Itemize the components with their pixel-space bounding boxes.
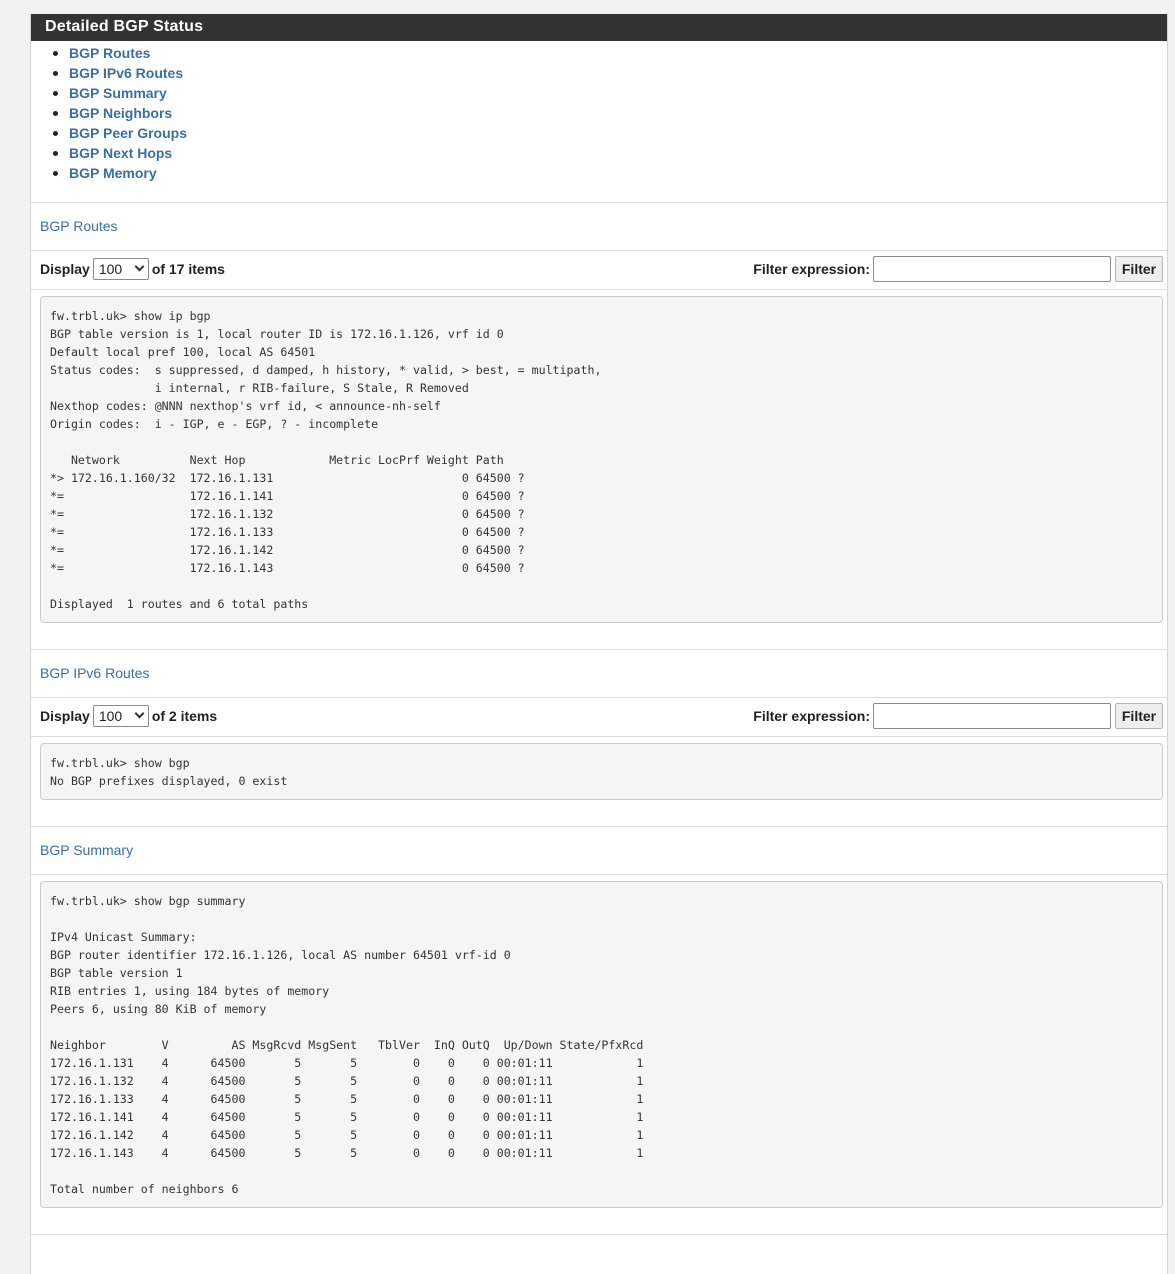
divider <box>31 1234 1167 1235</box>
display-count: Display 100 of 2 items <box>40 705 217 727</box>
toc-link-bgp-memory[interactable]: BGP Memory <box>69 165 157 181</box>
bgp-ipv6-routes-output: fw.trbl.uk> show bgp No BGP prefixes dis… <box>40 743 1163 800</box>
divider <box>31 649 1167 650</box>
section-nav: BGP Routes BGP IPv6 Routes BGP Summary B… <box>31 41 1167 183</box>
toc-item: BGP Neighbors <box>53 103 1167 123</box>
toc-item: BGP Memory <box>53 163 1167 183</box>
toc-item: BGP Peer Groups <box>53 123 1167 143</box>
filter-expression-input[interactable] <box>873 703 1111 729</box>
ipv6-controls: Display 100 of 2 items Filter expression… <box>40 703 1163 731</box>
divider <box>31 874 1167 875</box>
select-value: 100 <box>98 261 123 277</box>
filter-button[interactable]: Filter <box>1115 256 1163 282</box>
divider <box>31 202 1167 203</box>
chevron-down-icon <box>134 708 145 719</box>
filter-label: Filter expression: <box>753 261 870 277</box>
toc-link-bgp-next-hops[interactable]: BGP Next Hops <box>69 145 172 161</box>
select-value: 100 <box>98 708 123 724</box>
section-title-bgp-ipv6-routes: BGP IPv6 Routes <box>40 665 150 681</box>
filter-expression-input[interactable] <box>873 256 1111 282</box>
section-title-bgp-summary: BGP Summary <box>40 842 134 858</box>
divider <box>31 250 1167 251</box>
section-title-bgp-routes: BGP Routes <box>40 218 118 234</box>
bgp-routes-output: fw.trbl.uk> show ip bgp BGP table versio… <box>40 296 1163 623</box>
toc-link-bgp-summary[interactable]: BGP Summary <box>69 85 167 101</box>
divider <box>31 697 1167 698</box>
filter-group: Filter expression: Filter <box>753 703 1163 729</box>
display-label: Display <box>40 261 90 277</box>
items-count-label: of 17 items <box>151 261 225 277</box>
filter-label: Filter expression: <box>753 708 870 724</box>
toc-link-bgp-neighbors[interactable]: BGP Neighbors <box>69 105 172 121</box>
display-count-select[interactable]: 100 <box>92 258 149 280</box>
display-label: Display <box>40 708 90 724</box>
toc-item: BGP Next Hops <box>53 143 1167 163</box>
display-count: Display 100 of 17 items <box>40 258 225 280</box>
filter-button[interactable]: Filter <box>1115 703 1163 729</box>
divider <box>31 826 1167 827</box>
divider <box>31 736 1167 737</box>
toc-item: BGP Summary <box>53 83 1167 103</box>
toc-link-bgp-peer-groups[interactable]: BGP Peer Groups <box>69 125 187 141</box>
panel-title: Detailed BGP Status <box>31 14 1167 41</box>
filter-group: Filter expression: Filter <box>753 256 1163 282</box>
toc-item: BGP IPv6 Routes <box>53 63 1167 83</box>
display-count-select[interactable]: 100 <box>92 705 149 727</box>
bgp-status-panel: Detailed BGP Status BGP Routes BGP IPv6 … <box>30 14 1168 1274</box>
toc-link-bgp-ipv6-routes[interactable]: BGP IPv6 Routes <box>69 65 183 81</box>
chevron-down-icon <box>134 261 145 272</box>
toc-link-bgp-routes[interactable]: BGP Routes <box>69 45 150 61</box>
divider <box>31 289 1167 290</box>
toc-item: BGP Routes <box>53 43 1167 63</box>
routes-controls: Display 100 of 17 items Filter expressio… <box>40 256 1163 284</box>
items-count-label: of 2 items <box>151 708 218 724</box>
bgp-summary-output: fw.trbl.uk> show bgp summary IPv4 Unicas… <box>40 881 1163 1208</box>
